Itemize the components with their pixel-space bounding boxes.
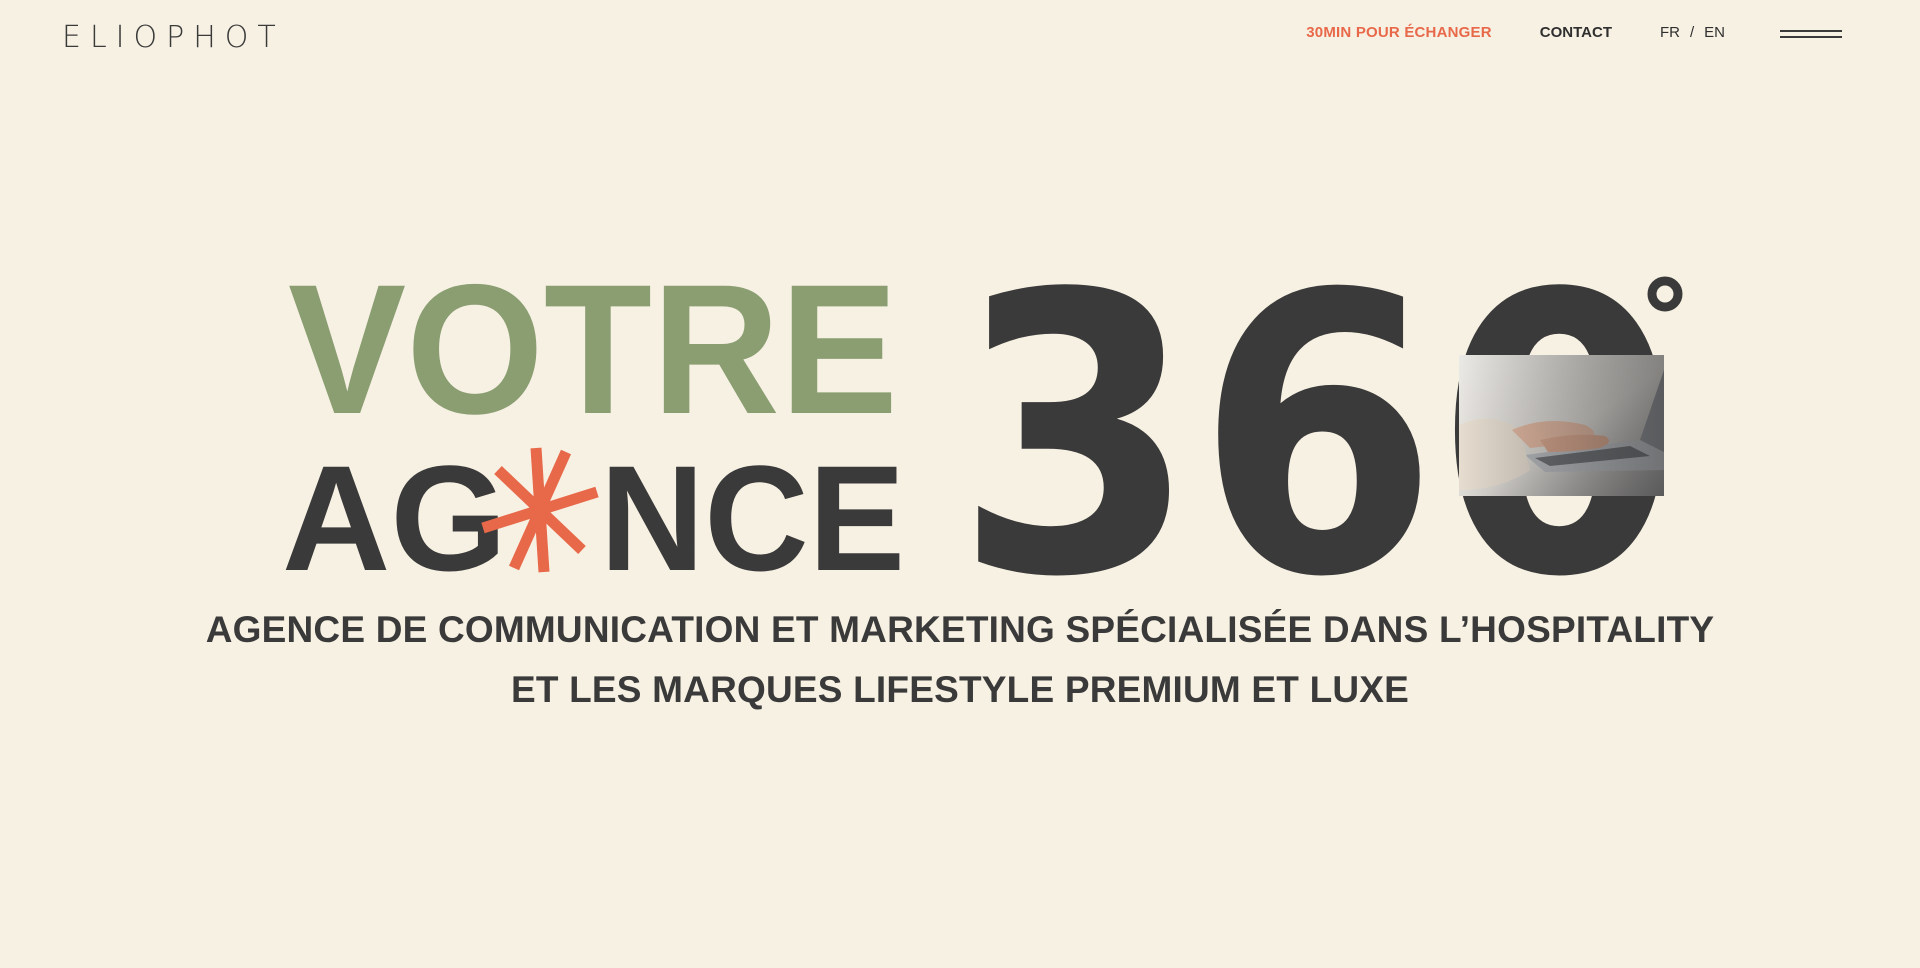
hero-line1: VOTRE [288,247,898,453]
hero-line2-end: NCE [600,434,905,602]
hero-photo [1459,355,1664,496]
hero-headline: VOTRE AG NCE 360 [282,213,1683,661]
hero-tagline: AGENCE DE COMMUNICATION ET MARKETING SPÉ… [0,600,1920,720]
tagline-line1: AGENCE DE COMMUNICATION ET MARKETING SPÉ… [205,609,1715,650]
tagline-line2: ET LES MARQUES LIFESTYLE PREMIUM ET LUXE [510,669,1410,710]
page: ELIOPHOT 30MIN POUR ÉCHANGER CONTACT FR … [0,0,1920,968]
hero-line2-start: AG [282,434,507,602]
